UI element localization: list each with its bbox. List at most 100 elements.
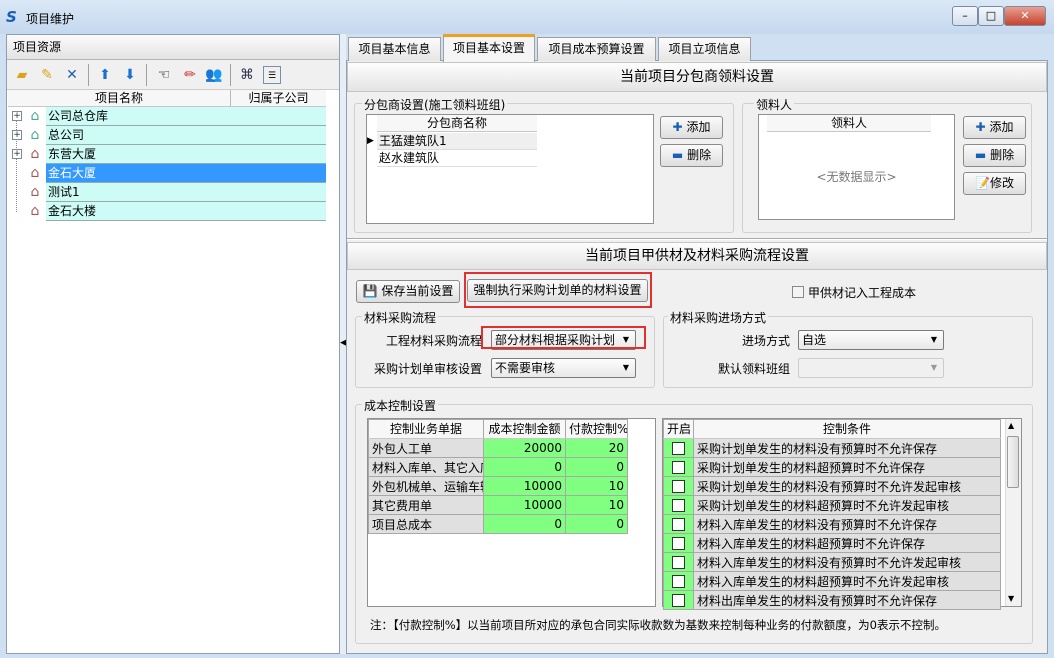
maximize-button[interactable]: □ (978, 6, 1004, 26)
amount-cell[interactable]: 10000 (483, 495, 566, 515)
new-folder-icon[interactable]: ▰ (13, 66, 31, 84)
close-button[interactable]: ✕ (1004, 6, 1046, 26)
enabled-checkbox[interactable] (672, 575, 685, 588)
column-amount[interactable]: 成本控制金额 (483, 419, 566, 439)
subcontractor-row[interactable]: 王猛建筑队1 (377, 133, 537, 150)
expand-icon[interactable]: + (12, 149, 22, 159)
enabled-cell[interactable] (663, 533, 694, 553)
cost-row[interactable]: 其它费用单 10000 10 (368, 495, 628, 515)
document-cell[interactable]: 外包机械单、运输车辆 (368, 476, 484, 496)
expand-icon[interactable]: + (12, 111, 22, 121)
owner-supplied-checkbox[interactable] (792, 286, 804, 298)
amount-cell[interactable]: 0 (483, 514, 566, 534)
picker-group-label: 领料人 (754, 96, 795, 113)
enabled-checkbox[interactable] (672, 499, 685, 512)
column-subsidiary[interactable]: 归属子公司 (231, 90, 326, 107)
entry-mode-value: 自选 (802, 333, 827, 347)
payment-cell[interactable]: 0 (565, 514, 628, 534)
document-cell[interactable]: 外包人工单 (368, 438, 484, 458)
payment-cell[interactable]: 10 (565, 495, 628, 515)
audit-select[interactable]: 不需要审核 ▼ (491, 358, 636, 378)
enabled-checkbox[interactable] (672, 518, 685, 531)
amount-cell[interactable]: 20000 (483, 438, 566, 458)
cost-row[interactable]: 材料入库单、其它入库 0 0 (368, 457, 628, 477)
pointer-icon[interactable]: ☜ (155, 66, 173, 84)
scroll-up-icon[interactable]: ▲ (1008, 421, 1014, 430)
enabled-cell[interactable] (663, 552, 694, 572)
force-procurement-plan-button[interactable]: 强制执行采购计划单的材料设置 (467, 279, 648, 302)
enabled-cell[interactable] (663, 590, 694, 610)
entry-mode-select[interactable]: 自选 ▼ (798, 330, 944, 350)
users-icon[interactable]: 👥 (205, 66, 223, 84)
delete-subcontractor-button[interactable]: ▬ 删除 (660, 144, 723, 167)
move-up-icon[interactable]: ⬆ (96, 66, 114, 84)
enabled-checkbox[interactable] (672, 556, 685, 569)
amount-cell[interactable]: 10000 (483, 476, 566, 496)
tab-basic-info[interactable]: 项目基本信息 (348, 37, 441, 61)
cost-row[interactable]: 项目总成本 0 0 (368, 514, 628, 534)
enabled-cell[interactable] (663, 476, 694, 496)
tree-item[interactable]: 金石大楼 (46, 202, 326, 221)
default-group-select[interactable]: ▼ (798, 358, 944, 378)
tab-project-approval[interactable]: 项目立项信息 (658, 37, 751, 61)
tab-basic-settings[interactable]: 项目基本设置 (443, 34, 535, 62)
amount-cell[interactable]: 0 (483, 457, 566, 477)
column-condition[interactable]: 控制条件 (693, 419, 1001, 439)
condition-cell: 采购计划单发生的材料超预算时不允许发起审核 (693, 495, 1001, 515)
edit-picker-button[interactable]: 📝修改 (963, 172, 1026, 195)
move-down-icon[interactable]: ⬇ (121, 66, 139, 84)
enabled-cell[interactable] (663, 571, 694, 591)
subcontractor-row[interactable]: 赵水建筑队 (377, 150, 537, 167)
delete-picker-button[interactable]: ▬ 删除 (963, 144, 1026, 167)
column-subcontractor-name[interactable]: 分包商名称 (377, 115, 537, 132)
cost-row[interactable]: 外包人工单 20000 20 (368, 438, 628, 458)
tree-item[interactable]: 东营大厦 (46, 145, 326, 164)
cost-row[interactable]: 外包机械单、运输车辆 10000 10 (368, 476, 628, 496)
list-icon[interactable]: ☰ (263, 66, 281, 84)
pencil-icon[interactable]: ✏ (181, 66, 199, 84)
payment-cell[interactable]: 10 (565, 476, 628, 496)
payment-cell[interactable]: 0 (565, 457, 628, 477)
column-payment[interactable]: 付款控制% (565, 419, 628, 439)
minimize-button[interactable]: – (952, 6, 978, 26)
tree-item[interactable]: 公司总仓库 (46, 107, 326, 126)
subcontractor-group-label: 分包商设置(施工领料班组) (362, 96, 508, 113)
enabled-checkbox[interactable] (672, 461, 685, 474)
scroll-down-icon[interactable]: ▼ (1008, 594, 1014, 603)
condition-row: 材料入库单发生的材料超预算时不允许保存 (663, 533, 1001, 553)
add-subcontractor-button[interactable]: ✚ 添加 (660, 116, 723, 139)
section-divider (347, 238, 1047, 240)
column-document[interactable]: 控制业务单据 (368, 419, 484, 439)
add-picker-button[interactable]: ✚ 添加 (963, 116, 1026, 139)
column-project-name[interactable]: 项目名称 (8, 90, 231, 107)
enabled-checkbox[interactable] (672, 442, 685, 455)
condition-cell: 材料入库单发生的材料超预算时不允许保存 (693, 533, 1001, 553)
tab-cost-budget[interactable]: 项目成本预算设置 (537, 37, 656, 61)
document-cell[interactable]: 材料入库单、其它入库 (368, 457, 484, 477)
save-settings-button[interactable]: 💾 保存当前设置 (356, 280, 460, 303)
scrollbar-thumb[interactable] (1007, 436, 1019, 488)
enabled-cell[interactable] (663, 438, 694, 458)
column-enabled[interactable]: 开启 (663, 419, 694, 439)
enabled-cell[interactable] (663, 514, 694, 534)
edit-folder-icon[interactable]: ✎ (38, 66, 56, 84)
payment-cell[interactable]: 20 (565, 438, 628, 458)
document-cell[interactable]: 其它费用单 (368, 495, 484, 515)
enabled-checkbox[interactable] (672, 594, 685, 607)
enabled-cell[interactable] (663, 457, 694, 477)
house-icon: ⌂ (30, 165, 40, 181)
tree-item-selected[interactable]: 金石大厦 (46, 164, 326, 183)
document-cell[interactable]: 项目总成本 (368, 514, 484, 534)
binoculars-icon[interactable]: ⌘ (238, 66, 256, 84)
condition-row: 采购计划单发生的材料没有预算时不允许保存 (663, 438, 1001, 458)
enabled-checkbox[interactable] (672, 537, 685, 550)
tree-item[interactable]: 总公司 (46, 126, 326, 145)
left-toolbar (7, 60, 339, 90)
expand-icon[interactable]: + (12, 130, 22, 140)
tree-item[interactable]: 测试1 (46, 183, 326, 202)
column-picker[interactable]: 领料人 (767, 115, 931, 132)
enabled-checkbox[interactable] (672, 480, 685, 493)
enabled-cell[interactable] (663, 495, 694, 515)
delete-icon[interactable]: ✕ (63, 66, 81, 84)
edit-document-icon: 📝 (975, 176, 990, 190)
